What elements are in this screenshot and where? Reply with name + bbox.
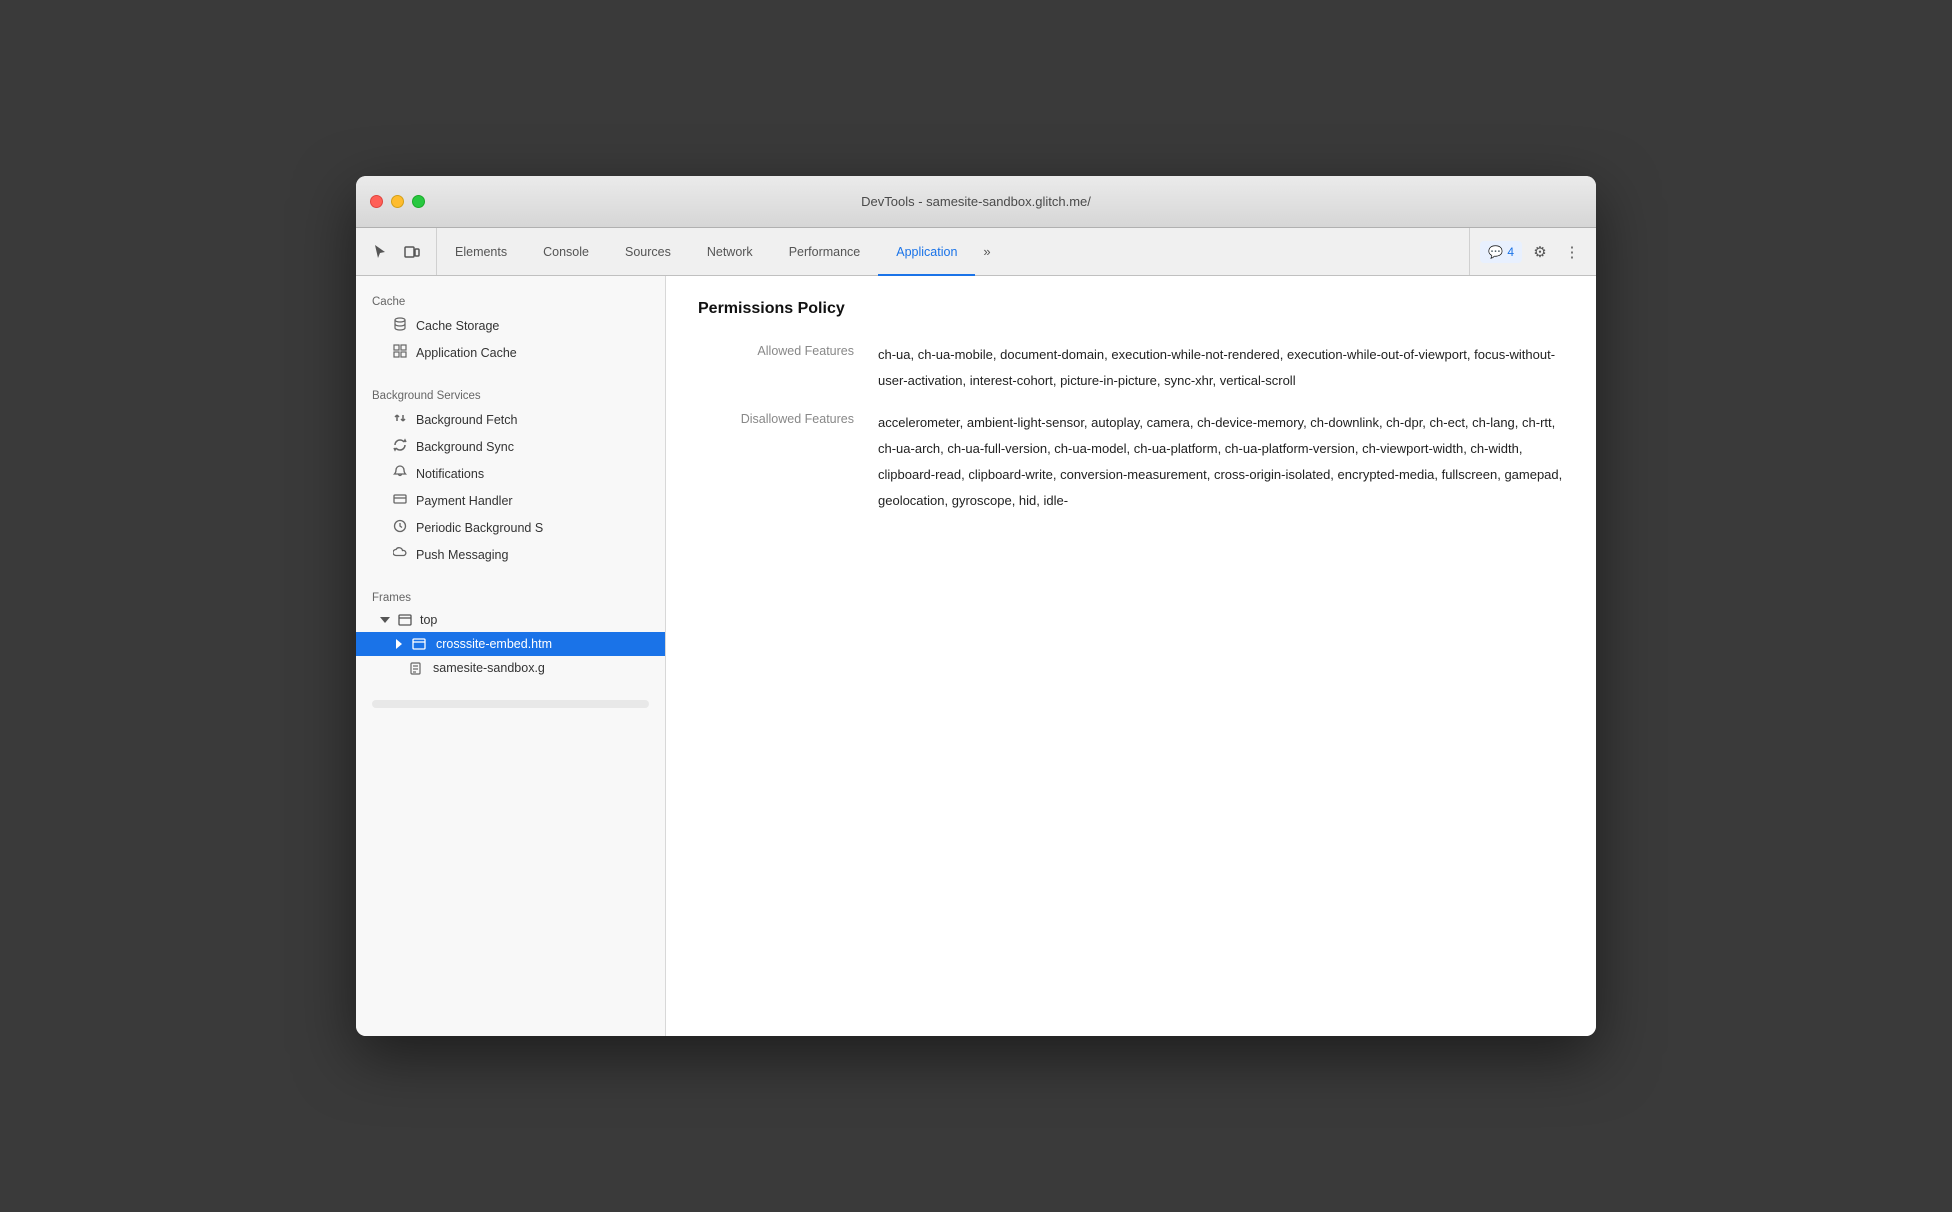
devtools-window: DevTools - samesite-sandbox.glitch.me/ E… [356, 176, 1596, 1036]
grid-icon [392, 344, 408, 361]
sidebar: Cache Cache Storage [356, 276, 666, 1036]
toolbar-icon-group [356, 228, 437, 275]
settings-button[interactable]: ⚙ [1526, 238, 1554, 266]
chat-icon: 💬 [1488, 245, 1503, 259]
sync-icon [392, 438, 408, 455]
more-options-button[interactable]: ⋮ [1558, 238, 1586, 266]
main-area: Cache Cache Storage [356, 276, 1596, 1036]
allowed-features-value: ch-ua, ch-ua-mobile, document-domain, ex… [878, 342, 1564, 402]
traffic-lights [370, 195, 425, 208]
triangle-down-icon [380, 617, 390, 623]
clock-icon [392, 519, 408, 536]
tab-console[interactable]: Console [525, 229, 607, 276]
badge-count: 4 [1507, 245, 1514, 259]
title-bar: DevTools - samesite-sandbox.glitch.me/ [356, 176, 1596, 228]
tab-network[interactable]: Network [689, 229, 771, 276]
sidebar-item-application-cache[interactable]: Application Cache [356, 339, 665, 366]
disallowed-features-label: Disallowed Features [698, 410, 878, 522]
tab-performance[interactable]: Performance [771, 229, 879, 276]
cache-storage-label: Cache Storage [416, 319, 649, 333]
frames-top-label: top [420, 613, 437, 627]
frames-top-item[interactable]: top [356, 608, 665, 632]
toolbar-tabs: Elements Console Sources Network Perform… [437, 228, 1469, 275]
allowed-features-row: Allowed Features ch-ua, ch-ua-mobile, do… [698, 342, 1564, 402]
arrows-updown-icon [392, 411, 408, 428]
more-tabs-button[interactable]: » [975, 228, 998, 275]
sidebar-item-background-fetch[interactable]: Background Fetch [356, 406, 665, 433]
push-messaging-label: Push Messaging [416, 548, 649, 562]
tab-elements[interactable]: Elements [437, 229, 525, 276]
database-icon [392, 317, 408, 334]
toolbar: Elements Console Sources Network Perform… [356, 228, 1596, 276]
sidebar-item-background-sync[interactable]: Background Sync [356, 433, 665, 460]
triangle-right-icon [396, 639, 402, 649]
background-services-label: Background Services [356, 382, 665, 406]
disallowed-features-value: accelerometer, ambient-light-sensor, aut… [878, 410, 1564, 522]
background-fetch-label: Background Fetch [416, 413, 649, 427]
payment-handler-label: Payment Handler [416, 494, 649, 508]
maximize-button[interactable] [412, 195, 425, 208]
frames-sandbox-item[interactable]: samesite-sandbox.g [356, 656, 665, 680]
allowed-features-label: Allowed Features [698, 342, 878, 402]
sidebar-item-periodic-background[interactable]: Periodic Background S [356, 514, 665, 541]
minimize-button[interactable] [391, 195, 404, 208]
frames-sandbox-label: samesite-sandbox.g [433, 661, 545, 675]
background-sync-label: Background Sync [416, 440, 649, 454]
page-title: Permissions Policy [698, 300, 1564, 318]
frames-embed-label: crosssite-embed.htm [436, 637, 552, 651]
cursor-icon[interactable] [366, 238, 394, 266]
periodic-background-label: Periodic Background S [416, 521, 649, 535]
toolbar-right: 💬 4 ⚙ ⋮ [1469, 228, 1596, 275]
cloud-icon [392, 546, 408, 563]
spacer-row [698, 402, 1564, 410]
frames-section-label: Frames [356, 584, 665, 608]
gear-icon: ⚙ [1533, 243, 1546, 261]
sidebar-item-payment-handler[interactable]: Payment Handler [356, 487, 665, 514]
sidebar-item-cache-storage[interactable]: Cache Storage [356, 312, 665, 339]
permissions-table: Allowed Features ch-ua, ch-ua-mobile, do… [698, 342, 1564, 522]
tab-sources[interactable]: Sources [607, 229, 689, 276]
cache-section-label: Cache [356, 288, 665, 312]
tab-application[interactable]: Application [878, 229, 975, 276]
sidebar-scrollbar[interactable] [372, 700, 649, 708]
notifications-label: Notifications [416, 467, 649, 481]
content-area: Permissions Policy Allowed Features ch-u… [666, 276, 1596, 1036]
disallowed-features-row: Disallowed Features accelerometer, ambie… [698, 410, 1564, 522]
kebab-icon: ⋮ [1565, 243, 1580, 261]
sidebar-item-push-messaging[interactable]: Push Messaging [356, 541, 665, 568]
frames-embed-item[interactable]: crosssite-embed.htm [356, 632, 665, 656]
device-icon[interactable] [398, 238, 426, 266]
application-cache-label: Application Cache [416, 346, 649, 360]
sidebar-item-notifications[interactable]: Notifications [356, 460, 665, 487]
card-icon [392, 492, 408, 509]
close-button[interactable] [370, 195, 383, 208]
console-badge-button[interactable]: 💬 4 [1480, 241, 1522, 263]
bell-icon [392, 465, 408, 482]
window-title: DevTools - samesite-sandbox.glitch.me/ [861, 194, 1091, 209]
